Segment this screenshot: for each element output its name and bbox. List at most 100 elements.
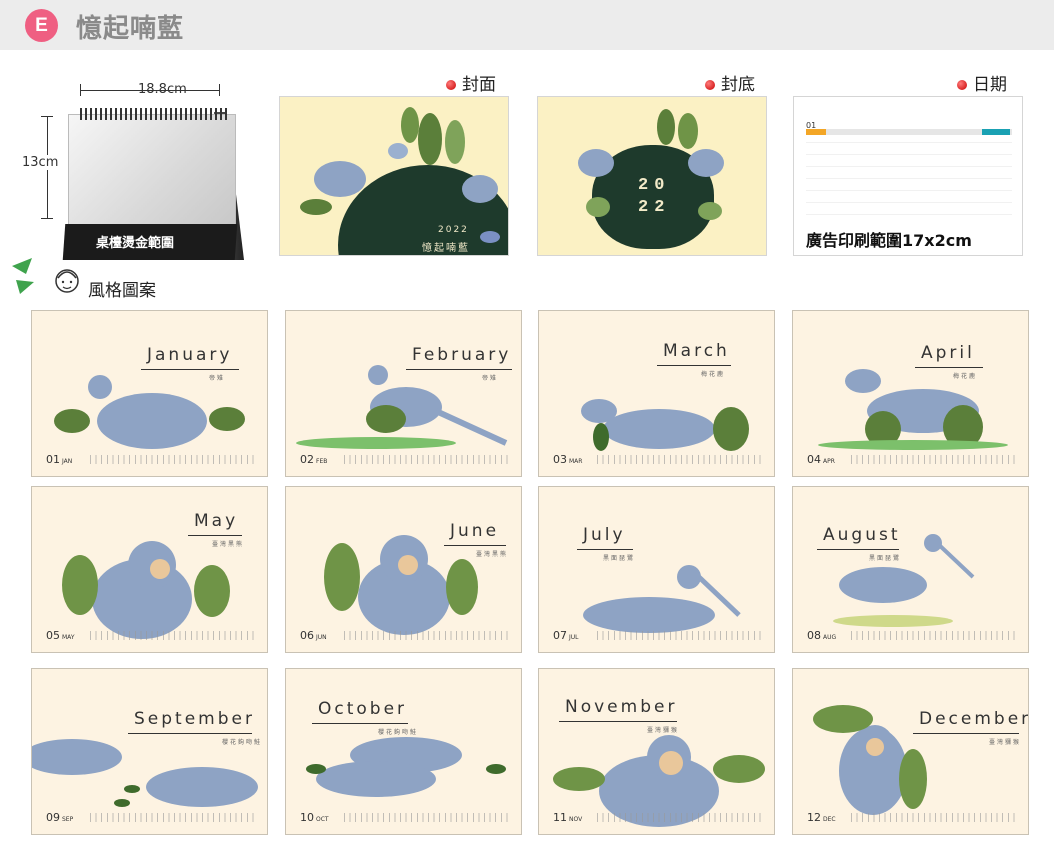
month-card-january: January 帝雉 01 JAN [31,310,268,477]
month-abbr: DEC [823,816,836,823]
month-number-value: 09 [46,811,60,824]
month-number-value: 10 [300,811,314,824]
date-grid [806,131,1012,219]
month-name: July [583,525,626,545]
day-strip [851,631,1019,640]
back-cover-preview: 20 22 [537,96,767,256]
month-subtitle: 櫻花鉤吻鮭 [222,739,263,746]
day-strip [344,631,512,640]
month-card-may: May 臺灣黑熊 05 MAY [31,486,268,653]
height-dimension-tick [41,116,53,117]
day-strip [90,455,258,464]
bullet-icon [705,80,715,90]
month-card-march: March 梅花鹿 03 MAR [538,310,775,477]
month-subtitle: 臺灣黑熊 [212,541,245,548]
month-name: August [823,525,901,545]
height-dimension-tick [41,218,53,219]
month-number-value: 04 [807,453,821,466]
month-number: 06 JUN [300,629,327,642]
cover-heading-text: 封面 [462,75,496,95]
month-card-april: April 梅花鹿 04 APR [792,310,1029,477]
month-name: April [921,343,975,363]
date-heading-text: 日期 [973,75,1007,95]
month-name: January [147,345,233,365]
month-abbr: MAY [62,634,75,641]
section-badge: E [25,9,58,42]
day-strip [851,813,1019,822]
month-number: 04 APR [807,453,835,466]
month-name: December [919,709,1029,729]
month-number: 02 FEB [300,453,327,466]
month-number-value: 12 [807,811,821,824]
section-header: E 憶起喃藍 [0,0,1054,50]
month-title-rule [577,549,633,550]
month-number: 10 OCT [300,811,329,824]
cover-preview: 2022 憶起喃藍 [279,96,509,256]
month-title-rule [188,535,242,536]
month-name: February [412,345,512,365]
month-number: 12 DEC [807,811,836,824]
sun-header-chip [806,129,826,135]
month-title-rule [559,721,677,722]
month-card-october: October 櫻花鉤吻鮭 10 OCT [285,668,522,835]
month-number-value: 11 [553,811,567,824]
day-strip [597,455,765,464]
day-strip [90,631,258,640]
date-panel-preview: 01 廣告印刷範圍17x2cm [793,96,1023,256]
style-pattern-label: 風格圖案 [88,281,156,301]
month-card-november: November 臺灣獼猴 11 NOV [538,668,775,835]
month-abbr: SEP [62,816,74,823]
month-name: November [565,697,678,717]
month-name: March [663,341,730,361]
month-subtitle: 黑面琵鷺 [603,555,636,562]
month-number: 05 MAY [46,629,74,642]
month-number-value: 06 [300,629,314,642]
month-title-rule [657,365,731,366]
month-abbr: AUG [823,634,837,641]
month-title-rule [444,545,506,546]
month-card-december: December 臺灣獼猴 12 DEC [792,668,1029,835]
cover-name: 憶起喃藍 [422,243,470,254]
bullet-icon [957,80,967,90]
month-subtitle: 梅花鹿 [701,371,726,378]
month-name: June [450,521,500,541]
month-number: 11 NOV [553,811,582,824]
month-subtitle: 臺灣獼猴 [989,739,1022,746]
month-title-rule [817,549,899,550]
desk-calendar-page [68,114,236,226]
cover-heading: 封面 [446,70,496,95]
month-card-february: February 帝雉 02 FEB [285,310,522,477]
month-abbr: NOV [569,816,583,823]
cover-year: 2022 [438,225,469,235]
month-card-september: September 櫻花鉤吻鮭 09 SEP [31,668,268,835]
month-subtitle: 帝雉 [209,375,226,382]
month-abbr: OCT [316,816,329,823]
width-dimension-tick [219,84,220,96]
cover-foliage-art [300,107,500,243]
base-label: 桌檯燙金範圍 [96,236,175,251]
width-dimension-tick [80,84,81,96]
day-strip [344,813,512,822]
month-number: 01 JAN [46,453,72,466]
month-card-july: July 黑面琵鷺 07 JUL [538,486,775,653]
back-heading-text: 封底 [721,75,755,95]
month-number-value: 05 [46,629,60,642]
back-year: 20 22 [638,176,671,217]
date-heading: 日期 [957,70,1007,95]
face-icon [55,269,79,293]
month-name: May [194,511,239,531]
month-card-june: June 臺灣黑熊 06 JUN [285,486,522,653]
month-number: 03 MAR [553,453,582,466]
day-strip [851,455,1019,464]
section-title: 憶起喃藍 [76,14,185,44]
height-label: 13cm [22,155,59,170]
month-abbr: FEB [316,458,328,465]
month-abbr: MAR [569,458,583,465]
day-strip [344,455,512,464]
month-abbr: APR [823,458,835,465]
bullet-icon [446,80,456,90]
month-title-rule [913,733,1019,734]
month-subtitle: 臺灣獼猴 [647,727,680,734]
month-subtitle: 櫻花鉤吻鮭 [378,729,419,736]
day-strip [597,813,765,822]
